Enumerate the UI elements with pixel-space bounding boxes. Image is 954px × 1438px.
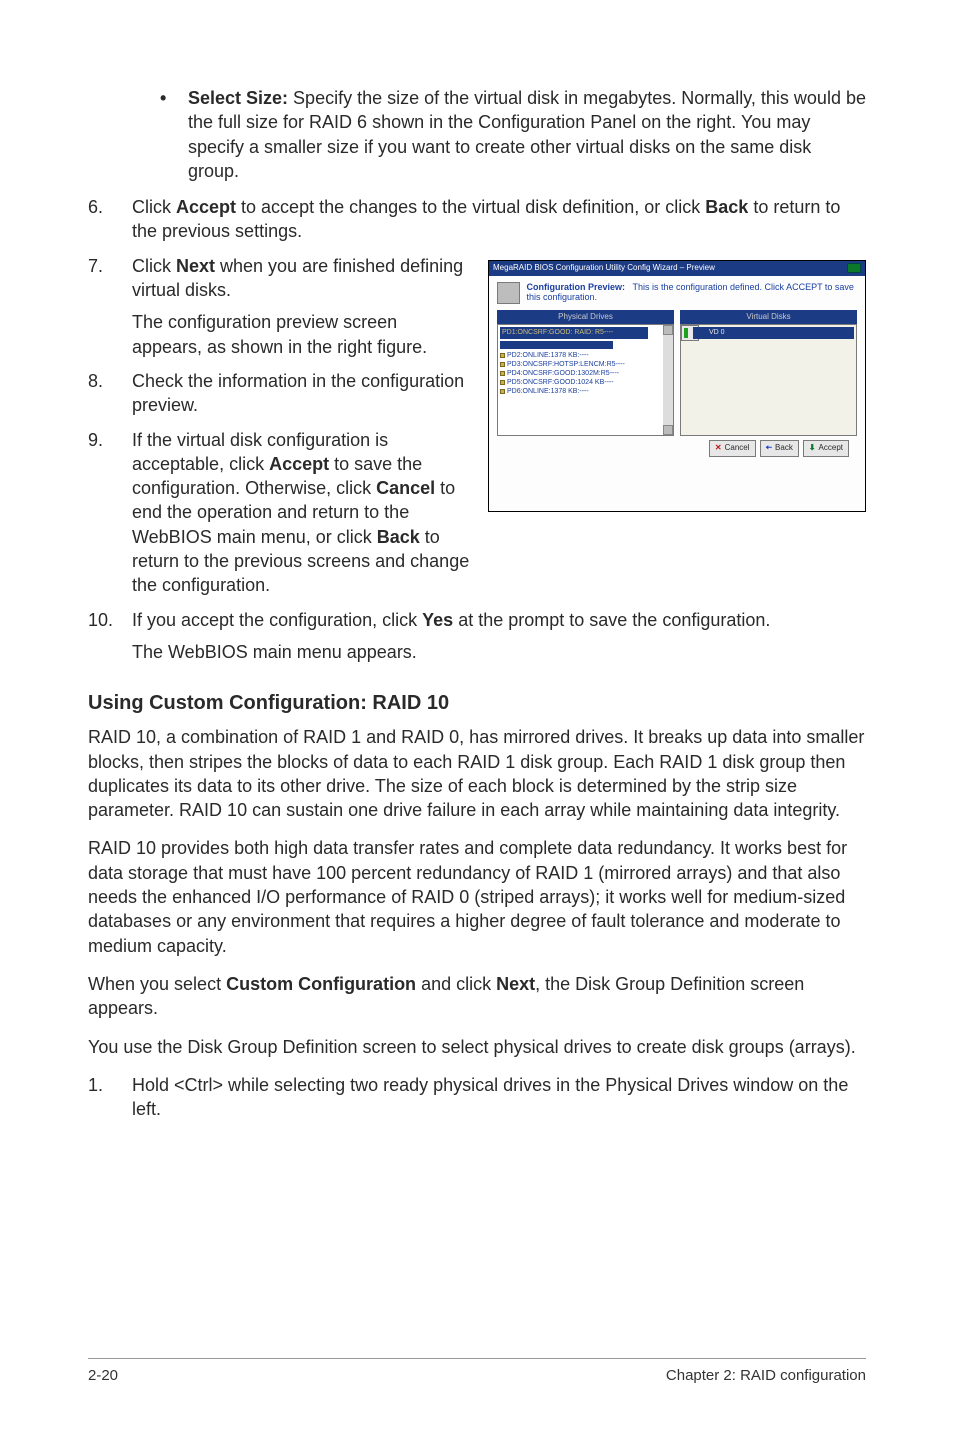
paragraph: You use the Disk Group Definition screen… [88, 1035, 866, 1059]
step-body: Click Next when you are finished definin… [132, 254, 472, 359]
bold: Next [176, 256, 215, 276]
chip-icon [497, 282, 520, 304]
bold: Accept [176, 197, 236, 217]
paragraph: RAID 10, a combination of RAID 1 and RAI… [88, 725, 866, 822]
drive-row: PD3:ONCSRF:HOTSP:LENCM:R5---- [500, 360, 661, 369]
bold: Accept [269, 454, 329, 474]
step-number: 1. [88, 1073, 132, 1122]
text: to accept the changes to the virtual dis… [236, 197, 705, 217]
back-button[interactable]: 🠄Back [760, 440, 799, 457]
bold: Next [496, 974, 535, 994]
drive-row: PD2:ONLINE:1378 KB:---- [500, 351, 661, 360]
right-pane-title: Virtual Disks [680, 310, 857, 325]
bold: Yes [422, 610, 453, 630]
step-number: 10. [88, 608, 132, 665]
text: When you select [88, 974, 226, 994]
section-heading: Using Custom Configuration: RAID 10 [88, 690, 866, 717]
text: at the prompt to save the configuration. [453, 610, 770, 630]
figure-head-label: Configuration Preview: [526, 282, 625, 292]
cancel-button[interactable]: ✕Cancel [709, 440, 756, 457]
step-body: If the virtual disk configuration is acc… [132, 428, 472, 598]
step-number: 9. [88, 428, 132, 598]
drive-row: PD4:ONCSRF:GOOD:1302M:R5---- [500, 369, 661, 378]
bold: Cancel [376, 478, 435, 498]
config-preview-figure: MegaRAID BIOS Configuration Utility Conf… [488, 260, 866, 512]
page-footer: 2-20 Chapter 2: RAID configuration [0, 1358, 954, 1384]
figure-header: Configuration Preview: This is the confi… [497, 282, 857, 304]
figure-title: MegaRAID BIOS Configuration Utility Conf… [493, 263, 715, 274]
numbered-steps: 6. Click Accept to accept the changes to… [88, 195, 866, 244]
step-body: If you accept the configuration, click Y… [132, 608, 866, 665]
step-subtext: The WebBIOS main menu appears. [132, 640, 866, 664]
drive-row-selected: PD1:ONCSRF:GOOD: RAID: R5---- [500, 327, 648, 339]
text: and click [416, 974, 496, 994]
virtual-disk-row: VD 0 [693, 327, 854, 339]
step-body: Hold <Ctrl> while selecting two ready ph… [132, 1073, 866, 1122]
drive-row: PD6:ONLINE:1378 KB:---- [500, 387, 661, 396]
step-8: 8. Check the information in the configur… [88, 369, 472, 418]
step-9: 9. If the virtual disk configuration is … [88, 428, 472, 598]
text: Click [132, 256, 176, 276]
bold: Back [705, 197, 748, 217]
bullet-text: Select Size: Specify the size of the vir… [188, 86, 866, 183]
step-1: 1. Hold <Ctrl> while selecting two ready… [88, 1073, 866, 1122]
scroll-up-icon[interactable] [663, 325, 673, 335]
text: If you accept the configuration, click [132, 610, 422, 630]
paragraph: When you select Custom Configuration and… [88, 972, 866, 1021]
chapter-label: Chapter 2: RAID configuration [666, 1367, 866, 1384]
accept-button[interactable]: ⬇Accept [803, 440, 849, 457]
section-steps: 1. Hold <Ctrl> while selecting two ready… [88, 1073, 866, 1122]
text: Click [132, 197, 176, 217]
drive-row-bar [500, 341, 613, 349]
bullet-mark: • [160, 86, 188, 183]
virtual-disks-pane: VD 0 [680, 324, 857, 436]
step-body: Check the information in the configurati… [132, 369, 472, 418]
figure-titlebar: MegaRAID BIOS Configuration Utility Conf… [489, 261, 865, 276]
step-number: 7. [88, 254, 132, 359]
bullet-select-size: • Select Size: Specify the size of the v… [160, 86, 866, 183]
figure-button-row: ✕Cancel 🠄Back ⬇Accept [497, 436, 857, 457]
step-subtext: The configuration preview screen appears… [132, 310, 472, 359]
scrollbar[interactable] [663, 325, 673, 435]
step-10: 10. If you accept the configuration, cli… [88, 608, 866, 665]
bold: Custom Configuration [226, 974, 416, 994]
scroll-down-icon[interactable] [663, 425, 673, 435]
back-arrow-icon: 🠄 [766, 443, 773, 454]
bullet-label: Select Size: [188, 88, 288, 108]
bullet-body: Specify the size of the virtual disk in … [188, 88, 866, 181]
step-number: 6. [88, 195, 132, 244]
step-number: 8. [88, 369, 132, 418]
step-7: 7. Click Next when you are finished defi… [88, 254, 472, 359]
accept-arrow-icon: ⬇ [809, 443, 816, 454]
drive-row: PD5:ONCSRF:GOOD:1024 KB---- [500, 378, 661, 387]
left-pane-title: Physical Drives [497, 310, 674, 325]
page-number: 2-20 [88, 1367, 118, 1384]
paragraph: RAID 10 provides both high data transfer… [88, 836, 866, 957]
x-icon: ✕ [715, 443, 722, 454]
step-body: Click Accept to accept the changes to th… [132, 195, 866, 244]
logo-icon [847, 263, 861, 273]
bold: Back [377, 527, 420, 547]
physical-drives-pane: PD1:ONCSRF:GOOD: RAID: R5---- PD2:ONLINE… [497, 324, 674, 436]
step-6: 6. Click Accept to accept the changes to… [88, 195, 866, 244]
